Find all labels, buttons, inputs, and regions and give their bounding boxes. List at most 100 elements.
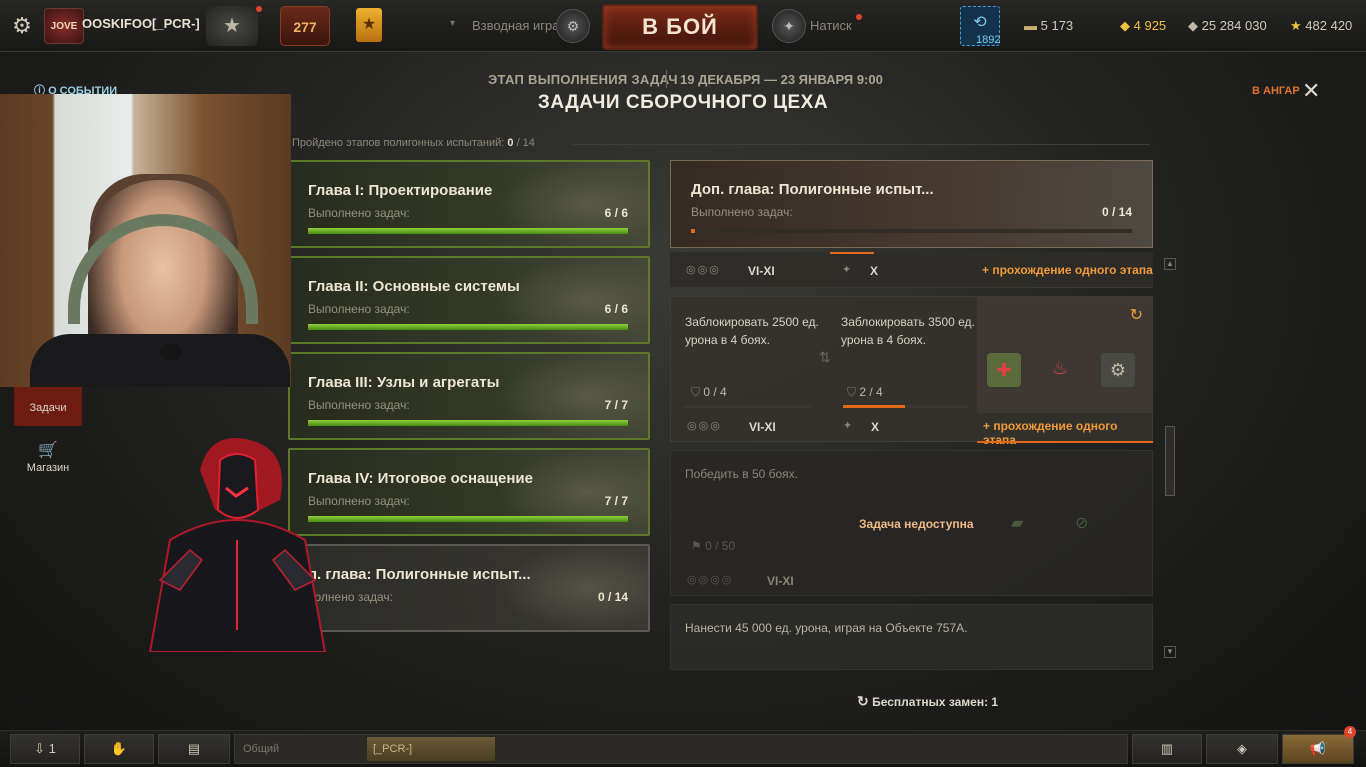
task-condition-1: Заблокировать 2500 ед. урона в 4 боях. [685,315,819,347]
vehicle-class-icons: ◎◎◎◎ [687,574,734,586]
chat-channel-label: Общий [243,743,280,755]
chapter-title: Глава IV: Итоговое оснащение [308,470,533,487]
battle-button[interactable]: В БОЙ [602,4,758,50]
chapter-progress-bar [308,516,628,522]
chevron-down-icon[interactable]: ▾ [450,18,455,29]
chapter-title: Глава II: Основные системы [308,278,520,295]
tier-range-right: X [870,264,879,278]
task-card-active[interactable]: Заблокировать 2500 ед. урона в 4 боях. ⛉… [670,296,1153,447]
tier-range: VI-XI [767,574,794,588]
free-xp-currency[interactable]: ★ 482 420 [1290,18,1352,34]
chapter-card-extra[interactable]: п. глава: Полигонные испыт... полнено за… [288,544,650,632]
chapter-progress-fill [308,324,628,330]
free-xp-icon: ★ [1290,18,1302,33]
task-condition-1-progress: ⛉ 0 / 4 [691,385,727,399]
stats-chart-icon[interactable]: ▥ [1132,734,1202,764]
chat-input[interactable]: Общий [_PCR-] [234,734,1128,764]
swap-icon: ↻ [857,693,869,709]
credits-currency[interactable]: ◆ 25 284 030 [1188,18,1267,34]
reserves-icon[interactable]: ◈ [1206,734,1278,764]
reward-tank-icon: ▰ [1011,515,1024,532]
scroll-thumb[interactable] [1165,426,1175,496]
chapter-progress-bar [308,420,628,426]
selected-chapter-progress-bar [691,229,1132,233]
shield-icon: ⛉ [847,385,857,399]
chapter-sub: Выполнено задач: [308,302,410,316]
chapter-card-3[interactable]: Глава III: Узлы и агрегаты Выполнено зад… [288,352,650,440]
free-swaps-counter: ↻ Бесплатных замен: 1 [857,693,999,709]
scroll-down-icon[interactable]: ▼ [1164,646,1176,658]
task-row-top: ◎◎◎ VI-XI ✦ X + прохождение одного этапа [670,252,1153,288]
settings-gear-icon[interactable]: ⚙ [8,12,36,40]
stage-divider [666,70,667,88]
credits-icon: ◆ [1188,18,1198,33]
tier-range-left: VI-XI [749,420,776,434]
selected-chapter-progress-fill [691,229,695,233]
selected-chapter-title: Доп. глава: Полигонные испыт... [691,181,934,198]
vehicle-class-icons: ◎◎◎ [686,264,721,276]
notification-dot [256,6,262,12]
chapter-progress-fill [308,516,628,522]
chapter-art [498,546,648,630]
platoon-label[interactable]: Взводная игра [472,18,559,33]
task-condition-2-progress: ⛉ 2 / 4 [847,385,883,399]
nation-icon: ✦ [842,264,854,276]
onslaught-icon[interactable]: ✦ [772,9,806,43]
player-name[interactable]: OOSKIFOO[_PCR-] [82,16,200,31]
cart-icon[interactable]: 🛒 [38,440,58,460]
chapter-sub: Выполнено задач: [308,398,410,412]
gold-currency[interactable]: ◆ 4 925 [1120,18,1166,34]
chapter-card-2[interactable]: Глава II: Основные системы Выполнено зад… [288,256,650,344]
bonds-icon: ▬ [1024,18,1037,33]
handshake-icon[interactable]: ✋ [84,734,154,764]
chapter-card-1[interactable]: Глава I: Проектирование Выполнено задач:… [288,160,650,248]
gold-icon: ◆ [1120,18,1130,33]
first-aid-kit-icon: ✚ [987,353,1021,387]
chapter-progress-bar [308,228,628,234]
reward-gun-icon: ⊘ [1075,515,1089,532]
chapter-sub: Выполнено задач: [308,206,410,220]
chapter-progress-fill [308,420,628,426]
cond-2-bar [843,405,967,408]
webcam-overlay [0,94,291,387]
stages-progress: Пройдено этапов полигонных испытаний: 0 … [292,137,535,149]
close-icon[interactable]: ✕ [1302,78,1320,104]
alternative-swap-icon[interactable]: ⇅ [819,349,831,366]
platoon-icon[interactable]: ⚙ [556,9,590,43]
notifications-megaphone-icon[interactable]: 📢 [1282,734,1354,764]
clan-emblem[interactable]: JOVE [44,8,84,44]
chapter-count: 7 / 7 [604,398,628,412]
webcam-body [30,334,290,387]
to-hangar-link[interactable]: В АНГАР [1252,85,1300,97]
nav-shop-label[interactable]: Магазин [14,462,82,474]
clan-chat-tab[interactable]: [_PCR-] [367,737,495,761]
chat-bubbles-icon[interactable]: ▤ [158,734,230,764]
refresh-task-icon[interactable]: ↻ [1130,305,1143,325]
players-online-button[interactable]: ⇩ 1 [10,734,80,764]
chapter-card-4[interactable]: Глава IV: Итоговое оснащение Выполнено з… [288,448,650,536]
flag-icon: ⚑ [691,539,702,553]
mode-label[interactable]: Натиск [810,18,852,33]
knight-avatar-image [148,438,327,652]
fire-extinguisher-icon: ♨ [1051,358,1069,378]
stage-dates: 19 ДЕКАБРЯ — 23 ЯНВАРЯ 9:00 [680,72,883,87]
bonds-currency[interactable]: ▬ 5 173 [1024,18,1073,33]
bottom-bar: ⇩ 1 ✋ ▤ Общий [_PCR-] ▥ ◈ 📢 [0,730,1366,767]
rank-star-icon[interactable]: ★ [206,6,258,46]
cond-2-fill [843,405,905,408]
chapter-count: 6 / 6 [604,206,628,220]
task-card-locked[interactable]: Победить в 50 боях. Задача недоступна ▰ … [670,450,1153,596]
task-unavailable-label: Задача недоступна [859,517,974,531]
battle-pass-badge[interactable]: 277 [280,6,330,46]
stage-bonus-label: + прохождение одного этапа [982,263,1153,277]
scroll-up-icon[interactable]: ▲ [1164,258,1176,270]
top-bar: ⚙ JOVE OOSKIFOO[_PCR-] ★ 277 ★ ▾ Взводна… [0,0,1366,52]
vehicle-class-icons: ◎◎◎ [687,420,722,432]
chapter-count: 7 / 7 [604,494,628,508]
shop-bag-icon[interactable]: ★ [356,8,382,42]
chapter-count: 6 / 6 [604,302,628,316]
nav-tasks[interactable]: Задачи [14,384,82,426]
microphone-icon [160,344,182,360]
scrollbar[interactable]: ▲ ▼ [1164,258,1176,658]
task-card-next[interactable]: Нанести 45 000 ед. урона, играя на Объек… [670,604,1153,670]
